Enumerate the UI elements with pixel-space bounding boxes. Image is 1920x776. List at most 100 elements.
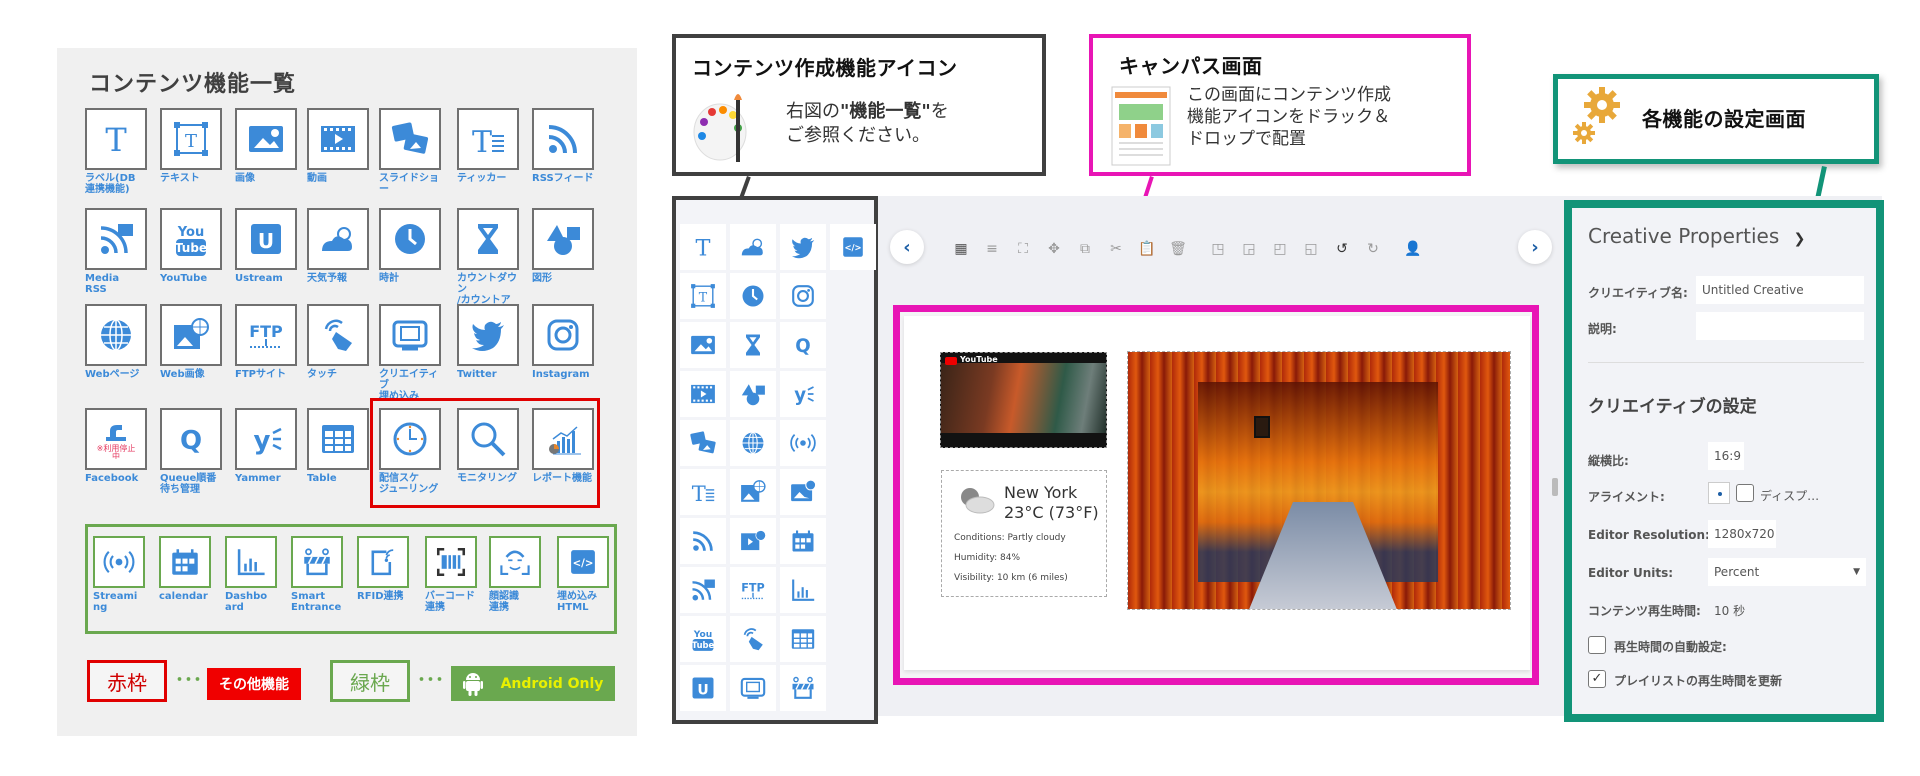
video-icon: [691, 384, 715, 404]
add-user-icon[interactable]: 👤: [1404, 240, 1422, 258]
catalog-tile: y Yammer: [235, 408, 297, 484]
palette-item[interactable]: T: [680, 273, 726, 319]
lantern: [1254, 416, 1270, 438]
tile-icon-box: U: [235, 208, 297, 270]
image-icon: [249, 126, 283, 152]
weather-widget[interactable]: New York 23°C (73°F) Conditions: Partly …: [941, 470, 1107, 597]
youtube-widget[interactable]: YouTube: [940, 352, 1107, 448]
youtube-brand: YouTube: [960, 355, 998, 364]
shapes-icon: [547, 225, 580, 255]
next-panel-button[interactable]: ›: [1518, 230, 1552, 264]
svg-text:y: y: [794, 385, 806, 406]
cut-icon[interactable]: ✂: [1107, 240, 1125, 258]
twitter-icon: [472, 321, 504, 351]
catalog-tile: FTP FTPサイト: [235, 304, 297, 380]
tile-icon-box: [379, 304, 441, 366]
creative-settings-title: クリエイティブの設定: [1588, 397, 1757, 417]
editor-resolution-label: Editor Resolution:: [1588, 528, 1710, 542]
palette-item[interactable]: [780, 518, 826, 564]
palette-item[interactable]: [680, 420, 726, 466]
ustream-icon: U: [692, 677, 714, 699]
move-icon[interactable]: ✥: [1045, 240, 1063, 258]
palette-item[interactable]: FTP: [730, 567, 776, 613]
panel-resize-handle[interactable]: [1552, 478, 1558, 496]
update-playlist-checkbox[interactable]: ✓: [1588, 670, 1606, 688]
media-rss-icon: [692, 579, 715, 601]
palette-item[interactable]: [730, 616, 776, 662]
editor-resolution-input[interactable]: 1280x720: [1708, 520, 1776, 548]
palette-item[interactable]: [680, 322, 726, 368]
palette-item[interactable]: U: [680, 665, 726, 711]
image-widget[interactable]: [1127, 351, 1511, 610]
send-back-icon[interactable]: ◱: [1302, 240, 1320, 258]
weather-conditions: Conditions: Partly cloudy: [954, 533, 1066, 543]
palette-item[interactable]: T: [680, 469, 726, 515]
weather-temp: 23°C (73°F): [1004, 503, 1099, 522]
bring-front-icon[interactable]: ◰: [1271, 240, 1289, 258]
palette-item[interactable]: [780, 665, 826, 711]
align-icon[interactable]: ≡: [983, 240, 1001, 258]
aspect-ratio-value[interactable]: 16:9: [1708, 442, 1744, 470]
palette-item[interactable]: [730, 371, 776, 417]
palette-item[interactable]: You Tube: [680, 616, 726, 662]
tile-icon-box: [235, 108, 297, 170]
palette-item[interactable]: [730, 224, 776, 270]
svg-text:U: U: [697, 682, 708, 698]
duplicate-icon[interactable]: ⧉: [1076, 240, 1094, 258]
tile-label: 図形: [532, 273, 552, 284]
palette-item[interactable]: [730, 518, 776, 564]
svg-text:y: y: [254, 426, 271, 456]
palette-item[interactable]: Q: [780, 322, 826, 368]
editor-toolbar: ‹ ▦ ≡ ⛶ ✥ ⧉ ✂ 📋 🗑 ◳ ◲ ◰ ◱ ↺ ↻ 👤 ›: [890, 228, 1552, 268]
embed-creative-icon: [392, 320, 428, 351]
prev-panel-button[interactable]: ‹: [890, 230, 924, 264]
palette-item[interactable]: [680, 518, 726, 564]
ftp-icon: FTP: [741, 581, 765, 600]
palette-item[interactable]: [680, 371, 726, 417]
fit-icon[interactable]: ⛶: [1014, 240, 1032, 258]
display-checkbox[interactable]: [1736, 484, 1754, 502]
tile-label: Queue順番 待ち管理: [160, 473, 217, 495]
grid-icon[interactable]: ▦: [952, 240, 970, 258]
palette-item[interactable]: </>: [830, 224, 876, 270]
palette-item[interactable]: y: [780, 371, 826, 417]
bring-forward-icon[interactable]: ◳: [1209, 240, 1227, 258]
rss-icon: [548, 125, 577, 154]
editor-units-select[interactable]: Percent ▼: [1708, 558, 1866, 586]
palette-item[interactable]: [730, 322, 776, 368]
palette-item[interactable]: [730, 420, 776, 466]
tile-label: Instagram: [532, 369, 590, 380]
palette-item[interactable]: [730, 665, 776, 711]
creative-name-input[interactable]: Untitled Creative: [1696, 276, 1864, 304]
weather-city: New York: [1004, 483, 1078, 502]
barrier-icon: [792, 676, 814, 699]
palette-item[interactable]: [730, 469, 776, 515]
auto-duration-checkbox[interactable]: [1588, 636, 1606, 654]
description-input[interactable]: [1696, 312, 1864, 340]
palette-item[interactable]: [780, 273, 826, 319]
redo-icon[interactable]: ↻: [1364, 240, 1382, 258]
svg-text:You: You: [177, 225, 204, 240]
undo-icon[interactable]: ↺: [1333, 240, 1351, 258]
text-label-icon: T: [696, 235, 711, 261]
catalog-tile: RSSフィード: [532, 108, 594, 184]
tile-icon-box: [85, 208, 147, 270]
alignment-grid-button[interactable]: [1708, 482, 1730, 504]
svg-text:FTP: FTP: [741, 581, 764, 594]
palette-item[interactable]: [730, 273, 776, 319]
palette-item[interactable]: [780, 616, 826, 662]
palette-item[interactable]: [780, 420, 826, 466]
send-backward-icon[interactable]: ◲: [1240, 240, 1258, 258]
palette-item[interactable]: [780, 567, 826, 613]
rss-icon: [693, 531, 713, 551]
palette-item[interactable]: [780, 224, 826, 270]
paste-icon[interactable]: 📋: [1138, 240, 1156, 258]
palette-item[interactable]: T: [680, 224, 726, 270]
properties-header[interactable]: Creative Properties ❯: [1588, 224, 1805, 248]
divider: [1588, 362, 1864, 363]
palette-item[interactable]: [680, 567, 726, 613]
palette-item[interactable]: [780, 469, 826, 515]
tile-label: ラベル(DB 連携機能): [85, 173, 136, 195]
aspect-ratio-label: 縦横比:: [1588, 454, 1629, 468]
delete-icon[interactable]: 🗑: [1169, 240, 1187, 258]
